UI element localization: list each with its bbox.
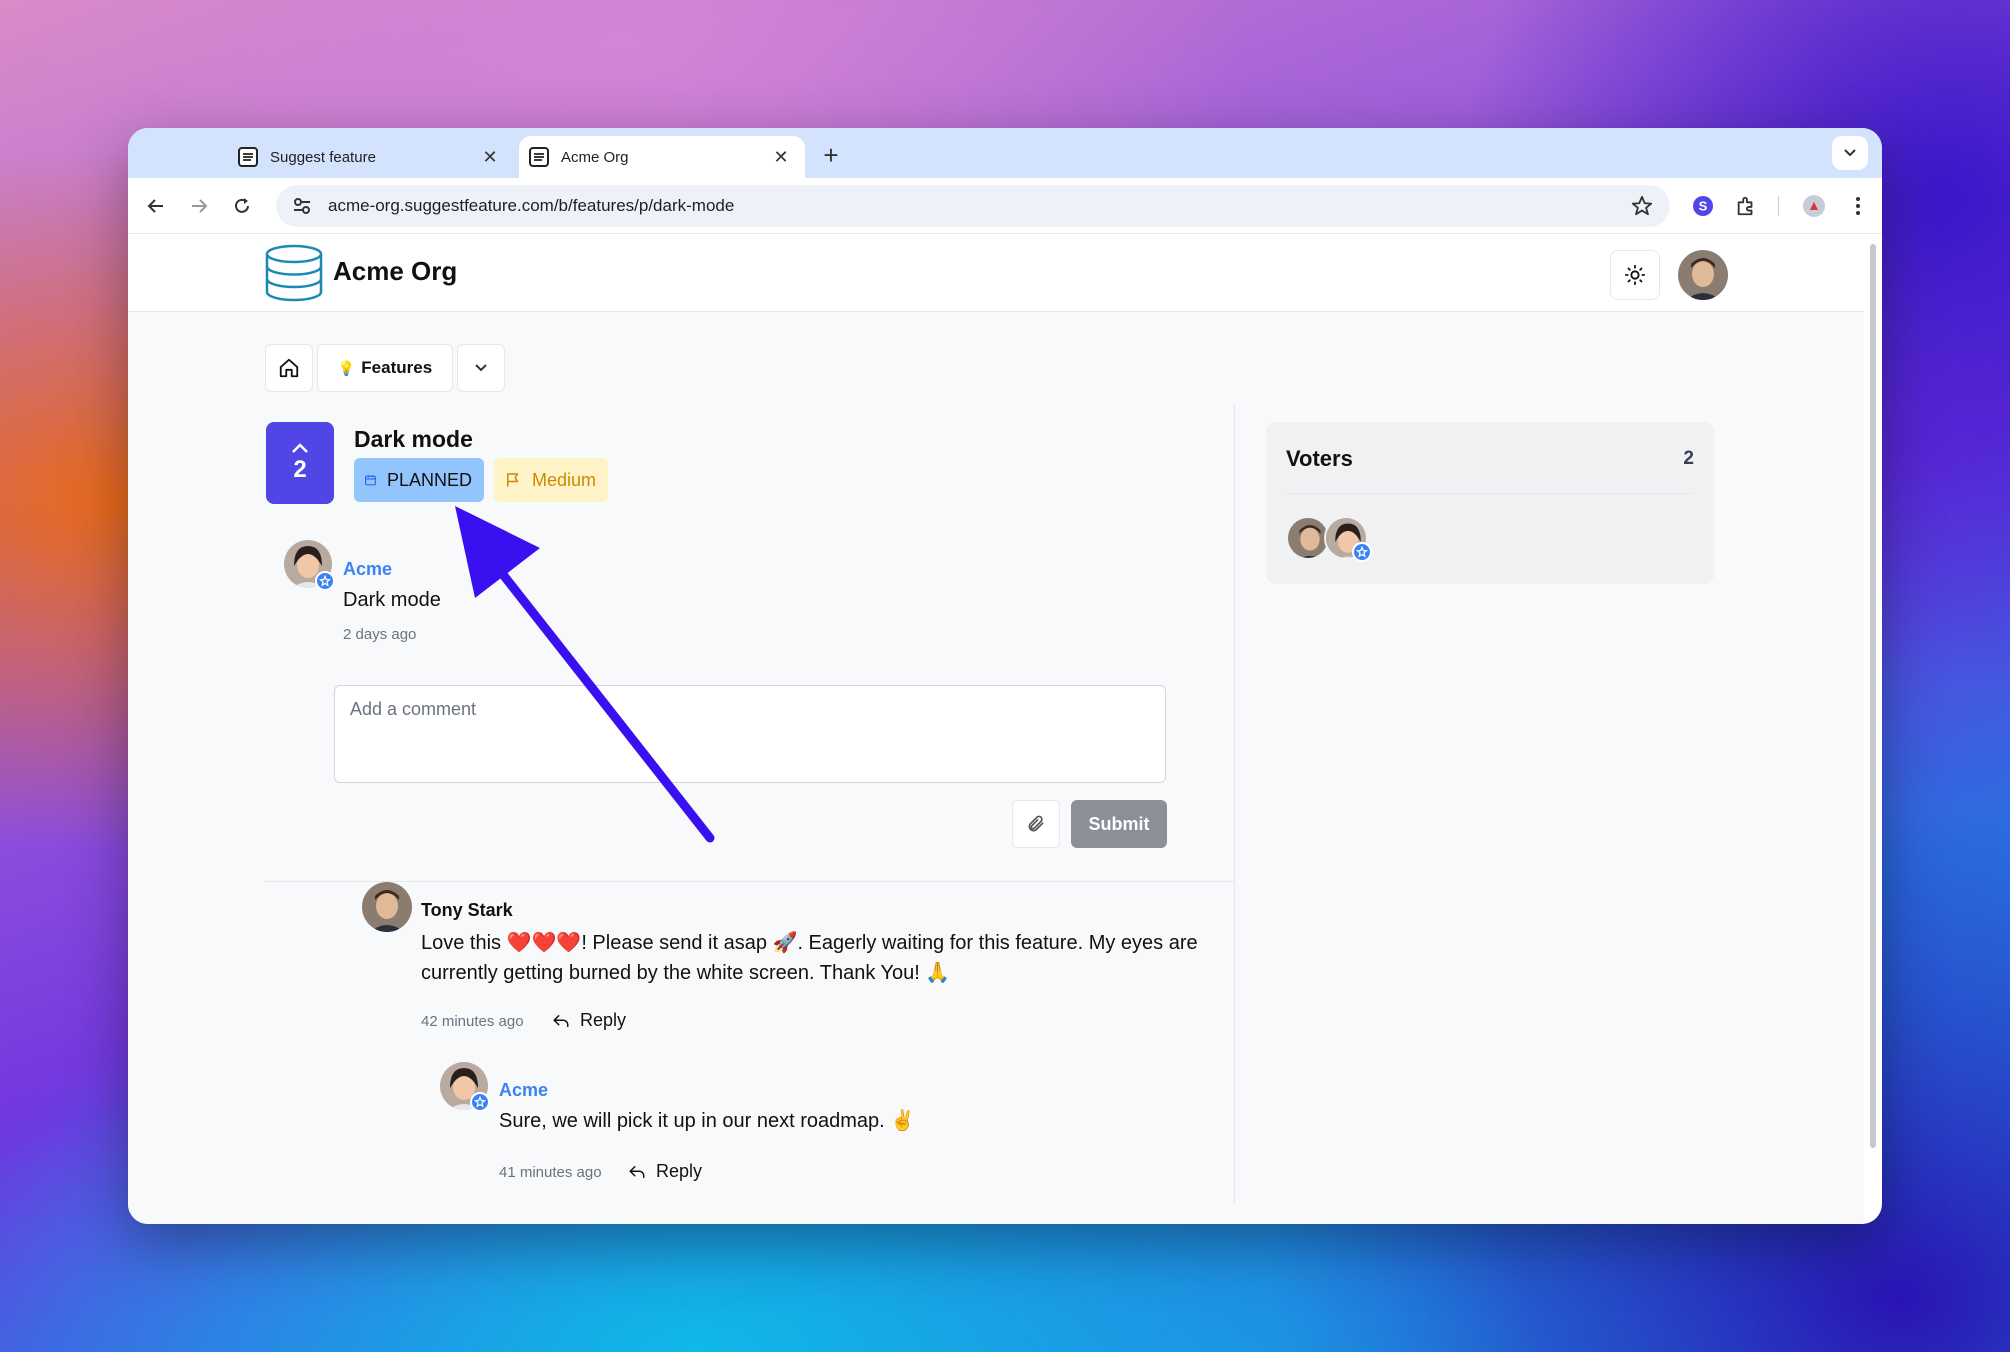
new-tab-icon[interactable]: +	[816, 140, 846, 171]
reload-icon[interactable]	[228, 192, 256, 220]
suggest-feature-favicon-icon	[238, 147, 258, 167]
tab-title: Suggest feature	[270, 148, 376, 166]
url-text: acme-org.suggestfeature.com/b/features/p…	[328, 196, 735, 215]
tab-bar: Suggest feature ✕ Acme Org ✕ +	[128, 128, 1882, 178]
features-board-button[interactable]: 💡 Features	[317, 344, 453, 392]
post-body: Dark mode	[343, 589, 441, 611]
address-bar[interactable]: acme-org.suggestfeature.com/b/features/p…	[276, 185, 1670, 227]
status-label: PLANNED	[386, 469, 472, 490]
comment-input[interactable]: Add a comment	[334, 685, 1166, 783]
comment-author[interactable]: Tony Stark	[421, 900, 513, 921]
comment-body-line1: Love this ❤️❤️❤️! Please send it asap 🚀.…	[421, 932, 1198, 954]
user-avatar[interactable]	[1678, 250, 1728, 300]
tab-acme-org[interactable]: Acme Org ✕	[519, 136, 805, 178]
lightbulb-icon: 💡	[337, 359, 356, 376]
admin-star-icon	[1352, 542, 1372, 562]
toolbar-separator	[1776, 192, 1780, 220]
reply-button[interactable]: Reply	[628, 1161, 702, 1182]
admin-star-icon	[470, 1092, 490, 1112]
paperclip-icon	[1028, 815, 1044, 832]
reply-icon	[553, 1014, 569, 1027]
reply-label: Reply	[656, 1161, 703, 1181]
divider	[1286, 493, 1694, 494]
browser-window: Suggest feature ✕ Acme Org ✕ + acme-org.…	[128, 128, 1882, 1224]
commenter-avatar	[362, 882, 412, 932]
tab-title: Acme Org	[561, 148, 629, 166]
chevron-down-icon	[475, 364, 487, 372]
profile-icon[interactable]	[1800, 192, 1828, 220]
priority-badge[interactable]: Medium	[494, 458, 608, 502]
site-settings-icon[interactable]	[290, 194, 314, 218]
voters-title: Voters	[1286, 446, 1353, 471]
home-icon	[279, 358, 299, 378]
post-author[interactable]: Acme	[343, 559, 392, 580]
divider	[264, 881, 1234, 882]
status-badge[interactable]: PLANNED	[354, 458, 484, 502]
chevron-down-icon	[1844, 149, 1856, 157]
priority-label: Medium	[531, 469, 596, 490]
back-icon[interactable]	[142, 192, 170, 220]
svg-text:S: S	[1699, 199, 1708, 214]
upvote-button[interactable]: 2	[266, 422, 334, 504]
bookmark-star-icon[interactable]	[1628, 192, 1656, 220]
column-divider	[1234, 404, 1235, 1204]
comment-author[interactable]: Acme	[499, 1080, 548, 1101]
org-name[interactable]: Acme Org	[333, 256, 457, 287]
voters-card: Voters 2	[1266, 422, 1714, 584]
comment-body-line2: currently getting burned by the white sc…	[421, 962, 951, 984]
reply-label: Reply	[580, 1010, 627, 1030]
attach-button[interactable]	[1012, 800, 1060, 848]
submit-button[interactable]: Submit	[1071, 800, 1167, 848]
home-button[interactable]	[265, 344, 313, 392]
sun-icon	[1624, 264, 1646, 286]
theme-toggle-button[interactable]	[1610, 250, 1660, 300]
database-logo-icon	[265, 244, 323, 302]
post-time: 2 days ago	[343, 626, 417, 643]
close-tab-icon[interactable]: ✕	[480, 147, 500, 168]
site-header: Acme Org	[128, 234, 1864, 312]
tab-suggest-feature[interactable]: Suggest feature ✕	[228, 136, 514, 178]
page-content: Acme Org 💡 Features 2 Dark mode PLANNED …	[128, 234, 1864, 1224]
flag-icon	[506, 473, 519, 487]
vote-count: 2	[293, 456, 307, 483]
breadcrumb: 💡 Features	[265, 344, 505, 394]
post-title: Dark mode	[354, 426, 473, 452]
calendar-icon	[365, 475, 376, 486]
features-label: Features	[361, 358, 433, 377]
extension-s-icon[interactable]: S	[1689, 192, 1717, 220]
browser-menu-icon[interactable]	[1844, 192, 1872, 220]
browser-toolbar: acme-org.suggestfeature.com/b/features/p…	[128, 178, 1882, 234]
extensions-puzzle-icon[interactable]	[1732, 192, 1760, 220]
reply-button[interactable]: Reply	[552, 1010, 626, 1031]
reply-icon	[629, 1165, 645, 1178]
board-dropdown-button[interactable]	[457, 344, 505, 392]
tab-search-button[interactable]	[1832, 136, 1868, 170]
admin-star-icon	[315, 571, 335, 591]
comment-time: 42 minutes ago	[421, 1013, 524, 1030]
forward-icon[interactable]	[185, 192, 213, 220]
voters-count: 2	[1683, 448, 1694, 469]
chevron-up-icon	[292, 443, 308, 453]
comment-time: 41 minutes ago	[499, 1164, 602, 1181]
close-tab-icon[interactable]: ✕	[771, 147, 791, 168]
comment-body: Sure, we will pick it up in our next roa…	[499, 1110, 916, 1132]
suggest-feature-favicon-icon	[529, 147, 549, 167]
page-scrollbar[interactable]	[1868, 238, 1878, 1148]
